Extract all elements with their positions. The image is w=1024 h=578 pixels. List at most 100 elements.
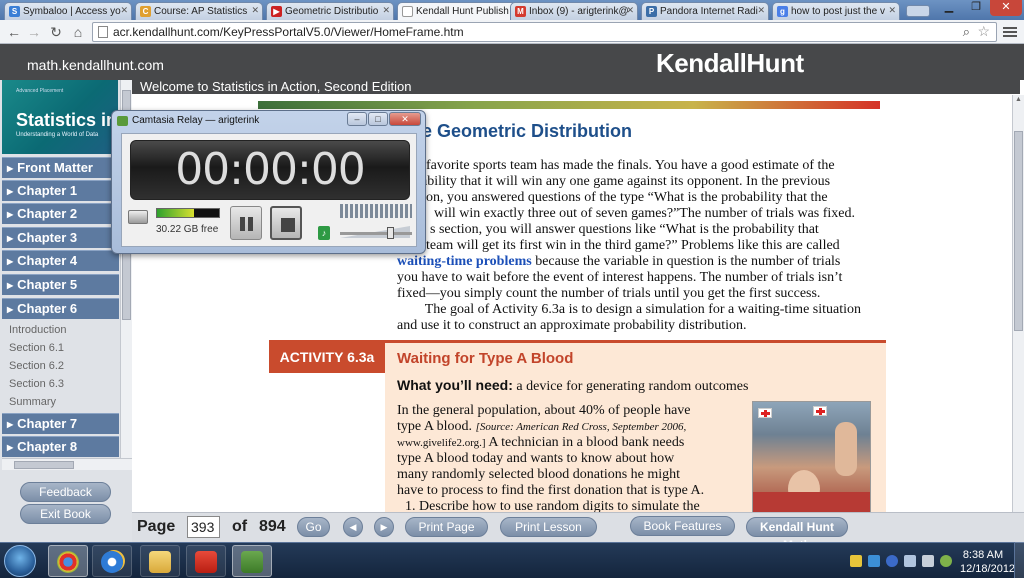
scroll-up-icon[interactable]: ▲ (1013, 96, 1024, 106)
tab-close-icon[interactable]: ✕ (120, 5, 128, 16)
bluetooth-icon[interactable] (886, 555, 898, 567)
sidebar-item-chapter-4[interactable]: ▶ Chapter 4 (2, 250, 119, 271)
camtasia-close-button[interactable]: ✕ (389, 112, 421, 126)
audio-level-meter (340, 204, 412, 218)
triangle-right-icon: ▶ (7, 281, 14, 290)
feedback-button[interactable]: Feedback (20, 482, 111, 502)
network-icon[interactable] (904, 555, 916, 567)
bookmark-star-icon[interactable]: ☆ (977, 23, 990, 40)
site-domain-text: math.kendallhunt.com (27, 57, 164, 73)
sidebar-item-chapter-8[interactable]: ▶ Chapter 8 (2, 436, 119, 457)
maximize-window-button[interactable]: ❐ (963, 0, 989, 16)
section-title: e Geometric Distribution (422, 121, 633, 141)
previous-page-icon[interactable]: ◀ (343, 517, 363, 537)
tab-ap-statistics[interactable]: C Course: AP Statistics ✕ (135, 2, 263, 20)
next-page-icon[interactable]: ▶ (374, 517, 394, 537)
close-window-button[interactable]: ✕ (990, 0, 1022, 16)
camtasia-maximize-button[interactable]: □ (368, 112, 388, 126)
tab-close-icon[interactable]: ✕ (888, 5, 896, 16)
tray-status-icon[interactable] (940, 555, 952, 567)
scrollbar-thumb[interactable] (1014, 131, 1023, 331)
page-favicon-icon (402, 6, 413, 17)
tab-symbaloo[interactable]: S Symbaloo | Access yo ✕ (4, 2, 132, 20)
chrome-icon[interactable] (48, 545, 88, 577)
sidebar-item-chapter-2[interactable]: ▶ Chapter 2 (2, 203, 119, 224)
camtasia-relay-window[interactable]: Camtasia Relay — arigterink – □ ✕ 00:00:… (111, 110, 426, 254)
volume-slider-handle[interactable] (386, 227, 394, 239)
activity-body: In the general population, about 40% of … (397, 403, 705, 498)
microphone-icon[interactable]: ♪ (318, 226, 330, 240)
pause-button[interactable] (230, 206, 262, 240)
sidebar-item-front-matter[interactable]: ▶ Front Matter (2, 157, 119, 178)
sidebar-subitem-introduction[interactable]: Introduction (9, 324, 66, 336)
explorer-icon[interactable] (140, 545, 180, 577)
print-lesson-button[interactable]: Print Lesson (500, 517, 597, 537)
disk-space-meter (156, 208, 220, 218)
tab-close-icon[interactable]: ✕ (757, 5, 765, 16)
content-vertical-scrollbar[interactable]: ▲ ▼ (1012, 95, 1024, 542)
back-icon[interactable]: ← (4, 22, 24, 42)
sidebar-subitem-section-6-2[interactable]: Section 6.2 (9, 360, 64, 372)
sidebar-subitem-summary[interactable]: Summary (9, 396, 56, 408)
welcome-banner: Welcome to Statistics in Action, Second … (132, 80, 1020, 94)
forward-icon[interactable]: → (24, 22, 44, 42)
pdf-icon[interactable] (186, 545, 226, 577)
tab-pandora[interactable]: P Pandora Internet Radi ✕ (641, 2, 769, 20)
triangle-right-icon: ▶ (7, 257, 14, 266)
sidebar-item-chapter-1[interactable]: ▶ Chapter 1 (2, 180, 119, 201)
browser-menu-icon[interactable] (1003, 25, 1017, 39)
activity-label: ACTIVITY 6.3a (269, 343, 385, 373)
print-page-button[interactable]: Print Page (405, 517, 488, 537)
activity-margin (269, 373, 385, 512)
exit-book-button[interactable]: Exit Book (20, 504, 111, 524)
tab-close-icon[interactable]: ✕ (626, 5, 634, 16)
camtasia-minimize-button[interactable]: – (347, 112, 367, 126)
camtasia-taskbar-icon[interactable] (232, 545, 272, 577)
minimize-window-button[interactable]: ▁ (936, 0, 962, 16)
sidebar-item-chapter-6[interactable]: ▶ Chapter 6 (2, 298, 119, 319)
volume-icon[interactable] (922, 555, 934, 567)
sidebar-subitem-section-6-3[interactable]: Section 6.3 (9, 378, 64, 390)
sidebar-item-chapter-5[interactable]: ▶ Chapter 5 (2, 274, 119, 295)
volume-slider[interactable] (340, 226, 412, 240)
triangle-right-icon: ▶ (7, 420, 14, 429)
red-cross-icon (813, 406, 827, 416)
new-tab-button[interactable] (906, 5, 930, 17)
tab-kendall-hunt[interactable]: Kendall Hunt Publish✕ (397, 2, 525, 21)
of-label: of (232, 518, 248, 535)
tab-inbox[interactable]: M Inbox (9) - arigterink@ ✕ (510, 2, 638, 20)
search-icon[interactable]: ⌕ (963, 24, 970, 40)
activity-step-1: 1. Describe how to use random digits to … (405, 499, 700, 512)
tab-how-to-post[interactable]: g how to post just the v ✕ (772, 2, 900, 20)
book-features-button[interactable]: Book Features (630, 516, 735, 536)
reload-icon[interactable]: ↻ (46, 22, 66, 42)
show-desktop-button[interactable] (1014, 542, 1024, 578)
home-icon[interactable]: ⌂ (68, 22, 88, 42)
sidebar-item-chapter-7[interactable]: ▶ Chapter 7 (2, 413, 119, 434)
gmail-favicon-icon: M (515, 6, 526, 17)
taskbar-clock[interactable]: 8:38 AM 12/18/2012 (960, 548, 1015, 576)
triangle-right-icon: ▶ (7, 187, 14, 196)
tab-close-icon[interactable]: ✕ (251, 5, 259, 16)
tray-flag-icon[interactable] (850, 555, 862, 567)
google-favicon-icon: g (777, 6, 788, 17)
tab-close-icon[interactable]: ✕ (382, 5, 390, 16)
kendall-hunt-math-button[interactable]: Kendall Hunt Math (746, 517, 848, 552)
sidebar-item-chapter-3[interactable]: ▶ Chapter 3 (2, 227, 119, 248)
tab-geometric-distribution[interactable]: ▶ Geometric Distributio ✕ (266, 2, 394, 20)
scrollbar-thumb[interactable] (14, 461, 74, 469)
sidebar-horizontal-scrollbar[interactable] (2, 458, 132, 470)
hard-drive-icon (128, 210, 148, 224)
materials-needed: What you’ll need: a device for generatin… (397, 377, 749, 394)
red-cross-icon (758, 408, 772, 418)
ie-icon[interactable] (92, 545, 132, 577)
start-button[interactable] (4, 545, 36, 577)
page-number-input[interactable] (187, 516, 220, 538)
tray-app-icon[interactable] (868, 555, 880, 567)
go-button[interactable]: Go (297, 517, 330, 537)
address-bar[interactable]: acr.kendallhunt.com/KeyPressPortalV5.0/V… (92, 22, 997, 42)
camtasia-icon (117, 116, 128, 126)
waiting-time-problems-link[interactable]: waiting-time problems (397, 254, 532, 269)
stop-button[interactable] (270, 206, 302, 240)
sidebar-subitem-section-6-1[interactable]: Section 6.1 (9, 342, 64, 354)
